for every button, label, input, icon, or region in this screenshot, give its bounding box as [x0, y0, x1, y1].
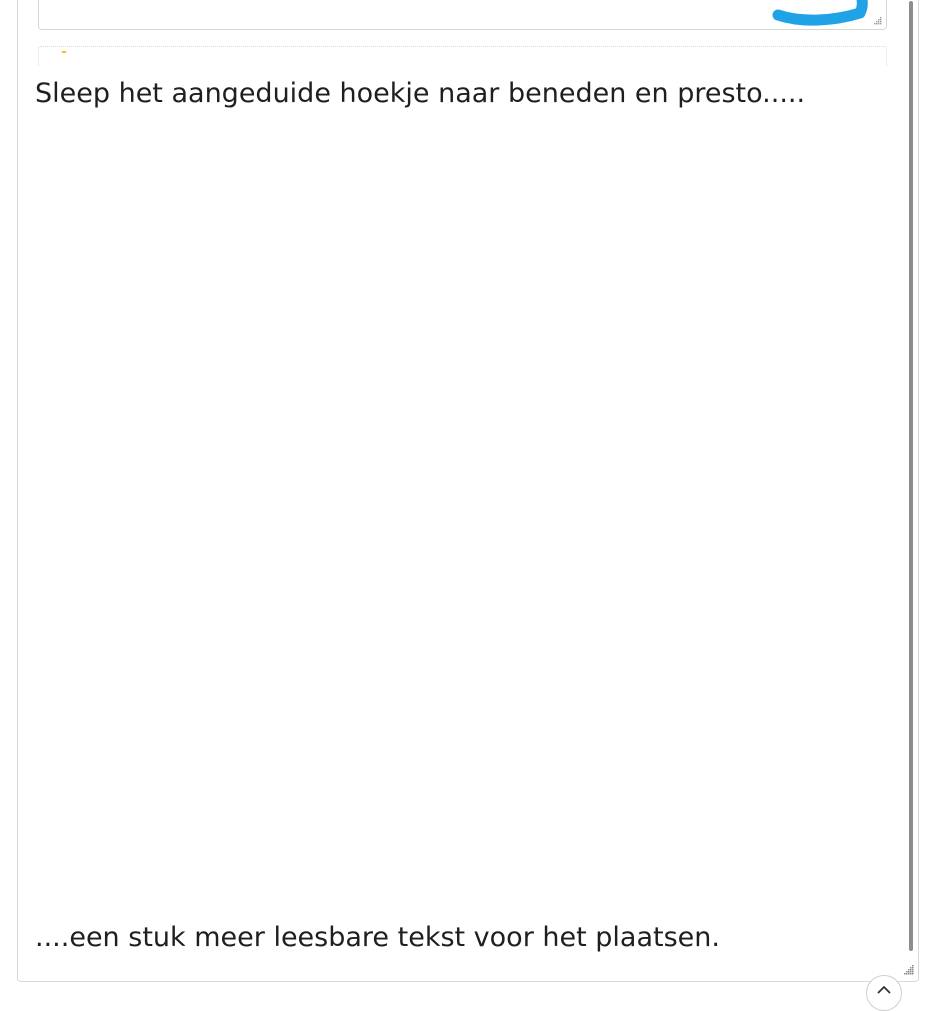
chevron-up-icon [877, 986, 891, 994]
resize-grip-icon[interactable] [872, 15, 882, 25]
editor-text-line[interactable]: ....een stuk meer leesbare tekst voor he… [35, 920, 720, 956]
embedded-screenshot [38, 0, 887, 30]
back-to-top-button[interactable] [866, 975, 902, 1011]
post-editor[interactable]: Sleep het aangeduide hoekje naar beneden… [17, 0, 919, 982]
resize-grip-icon[interactable] [902, 963, 914, 975]
editor-text-line[interactable]: Sleep het aangeduide hoekje naar beneden… [35, 76, 805, 112]
editor-scrollbar[interactable] [909, 1, 913, 951]
partial-image-fragment [62, 51, 66, 53]
embedded-image-frame [38, 46, 887, 66]
blue-marker-annotation [772, 0, 868, 26]
